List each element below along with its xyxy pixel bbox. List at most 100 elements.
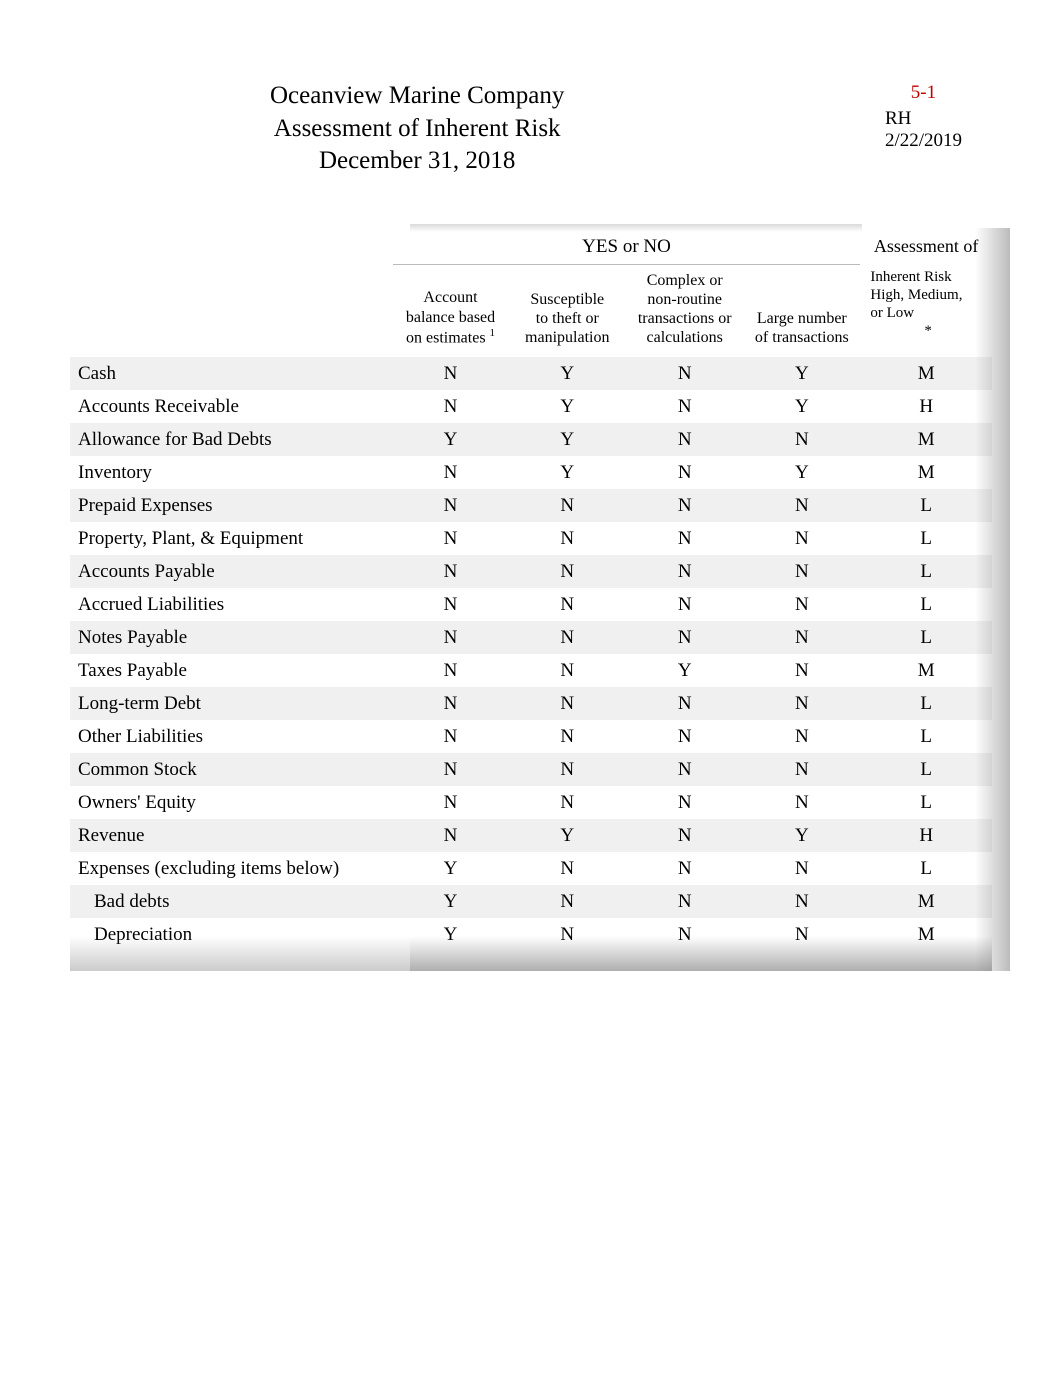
col-account-based-estimates: Account balance based on estimates 1 xyxy=(393,264,509,357)
yes-no-value: N xyxy=(743,522,860,555)
account-label: Depreciation xyxy=(70,918,393,951)
yes-no-value: N xyxy=(626,423,743,456)
yes-no-value: N xyxy=(393,819,509,852)
yes-no-value: N xyxy=(508,522,626,555)
yes-no-value: N xyxy=(626,390,743,423)
yes-no-value: Y xyxy=(743,357,860,390)
yes-no-value: N xyxy=(743,423,860,456)
table-row: RevenueNYNYH xyxy=(70,819,992,852)
yes-no-value: N xyxy=(393,786,509,819)
yes-no-value: N xyxy=(743,852,860,885)
account-label: Cash xyxy=(70,357,393,390)
yes-no-value: N xyxy=(743,753,860,786)
yes-no-value: N xyxy=(743,588,860,621)
assessment-value: L xyxy=(860,786,992,819)
reference-number: 5-1 xyxy=(885,82,962,104)
yes-no-header: YES or NO xyxy=(393,228,861,265)
assessment-value: L xyxy=(860,489,992,522)
yes-no-value: N xyxy=(626,786,743,819)
yes-no-value: N xyxy=(743,918,860,951)
assessment-header: Assessment of xyxy=(860,228,992,265)
account-label: Allowance for Bad Debts xyxy=(70,423,393,456)
yes-no-value: N xyxy=(626,588,743,621)
assessment-value: L xyxy=(860,522,992,555)
yes-no-value: N xyxy=(508,720,626,753)
yes-no-value: N xyxy=(626,753,743,786)
yes-no-value: N xyxy=(508,555,626,588)
yes-no-value: N xyxy=(626,687,743,720)
reference-block: 5-1 RH 2/22/2019 xyxy=(885,82,962,152)
account-label: Prepaid Expenses xyxy=(70,489,393,522)
yes-no-value: N xyxy=(508,753,626,786)
account-label: Notes Payable xyxy=(70,621,393,654)
yes-no-value: Y xyxy=(393,852,509,885)
assessment-value: M xyxy=(860,357,992,390)
table-row: DepreciationYNNNM xyxy=(70,918,992,951)
account-label: Accounts Payable xyxy=(70,555,393,588)
account-label: Property, Plant, & Equipment xyxy=(70,522,393,555)
yes-no-value: Y xyxy=(626,654,743,687)
account-label: Owners' Equity xyxy=(70,786,393,819)
yes-no-value: N xyxy=(393,522,509,555)
reference-initials: RH xyxy=(885,108,962,130)
table-row: Common StockNNNNL xyxy=(70,753,992,786)
table-row: Owners' EquityNNNNL xyxy=(70,786,992,819)
yes-no-value: N xyxy=(626,621,743,654)
reference-date: 2/22/2019 xyxy=(885,130,962,152)
yes-no-value: N xyxy=(393,720,509,753)
yes-no-value: N xyxy=(626,720,743,753)
table-row: Bad debtsYNNNM xyxy=(70,885,992,918)
table-row: InventoryNYNYM xyxy=(70,456,992,489)
account-label: Expenses (excluding items below) xyxy=(70,852,393,885)
assessment-value: L xyxy=(860,621,992,654)
yes-no-value: Y xyxy=(743,819,860,852)
yes-no-value: N xyxy=(743,621,860,654)
assessment-value: L xyxy=(860,588,992,621)
table-row: Expenses (excluding items below)YNNNL xyxy=(70,852,992,885)
yes-no-value: Y xyxy=(508,357,626,390)
company-name: Oceanview Marine Company xyxy=(270,80,564,113)
assessment-table: YES or NO Assessment of Account balance … xyxy=(70,228,992,952)
assessment-value: M xyxy=(860,885,992,918)
yes-no-value: N xyxy=(508,489,626,522)
yes-no-value: N xyxy=(508,885,626,918)
yes-no-value: N xyxy=(743,720,860,753)
yes-no-value: N xyxy=(743,654,860,687)
assessment-value: M xyxy=(860,423,992,456)
yes-no-value: Y xyxy=(393,918,509,951)
yes-no-value: N xyxy=(393,753,509,786)
yes-no-value: N xyxy=(393,588,509,621)
assessment-value: L xyxy=(860,687,992,720)
account-label: Long-term Debt xyxy=(70,687,393,720)
yes-no-value: N xyxy=(743,687,860,720)
yes-no-value: N xyxy=(743,489,860,522)
yes-no-value: Y xyxy=(508,819,626,852)
table-row: Taxes PayableNNYNM xyxy=(70,654,992,687)
yes-no-value: Y xyxy=(508,423,626,456)
yes-no-value: N xyxy=(626,522,743,555)
yes-no-value: N xyxy=(626,357,743,390)
table-row: CashNYNYM xyxy=(70,357,992,390)
yes-no-value: N xyxy=(393,621,509,654)
yes-no-value: N xyxy=(626,555,743,588)
table-row: Property, Plant, & EquipmentNNNNL xyxy=(70,522,992,555)
table-row: Accounts ReceivableNYNYH xyxy=(70,390,992,423)
account-label: Other Liabilities xyxy=(70,720,393,753)
col-large-number-transactions: Large number of transactions xyxy=(743,264,860,357)
yes-no-value: N xyxy=(743,786,860,819)
yes-no-value: N xyxy=(626,852,743,885)
yes-no-value: Y xyxy=(508,456,626,489)
yes-no-value: N xyxy=(626,819,743,852)
yes-no-value: N xyxy=(508,687,626,720)
table-row: Other LiabilitiesNNNNL xyxy=(70,720,992,753)
assessment-table-body: CashNYNYMAccounts ReceivableNYNYHAllowan… xyxy=(70,357,992,951)
table-row: Long-term DebtNNNNL xyxy=(70,687,992,720)
yes-no-value: N xyxy=(393,357,509,390)
table-row: Allowance for Bad DebtsYYNNM xyxy=(70,423,992,456)
yes-no-value: N xyxy=(393,687,509,720)
assessment-value: L xyxy=(860,720,992,753)
yes-no-value: N xyxy=(508,654,626,687)
yes-no-value: N xyxy=(626,489,743,522)
assessment-table-container: YES or NO Assessment of Account balance … xyxy=(70,228,992,952)
yes-no-value: N xyxy=(626,918,743,951)
